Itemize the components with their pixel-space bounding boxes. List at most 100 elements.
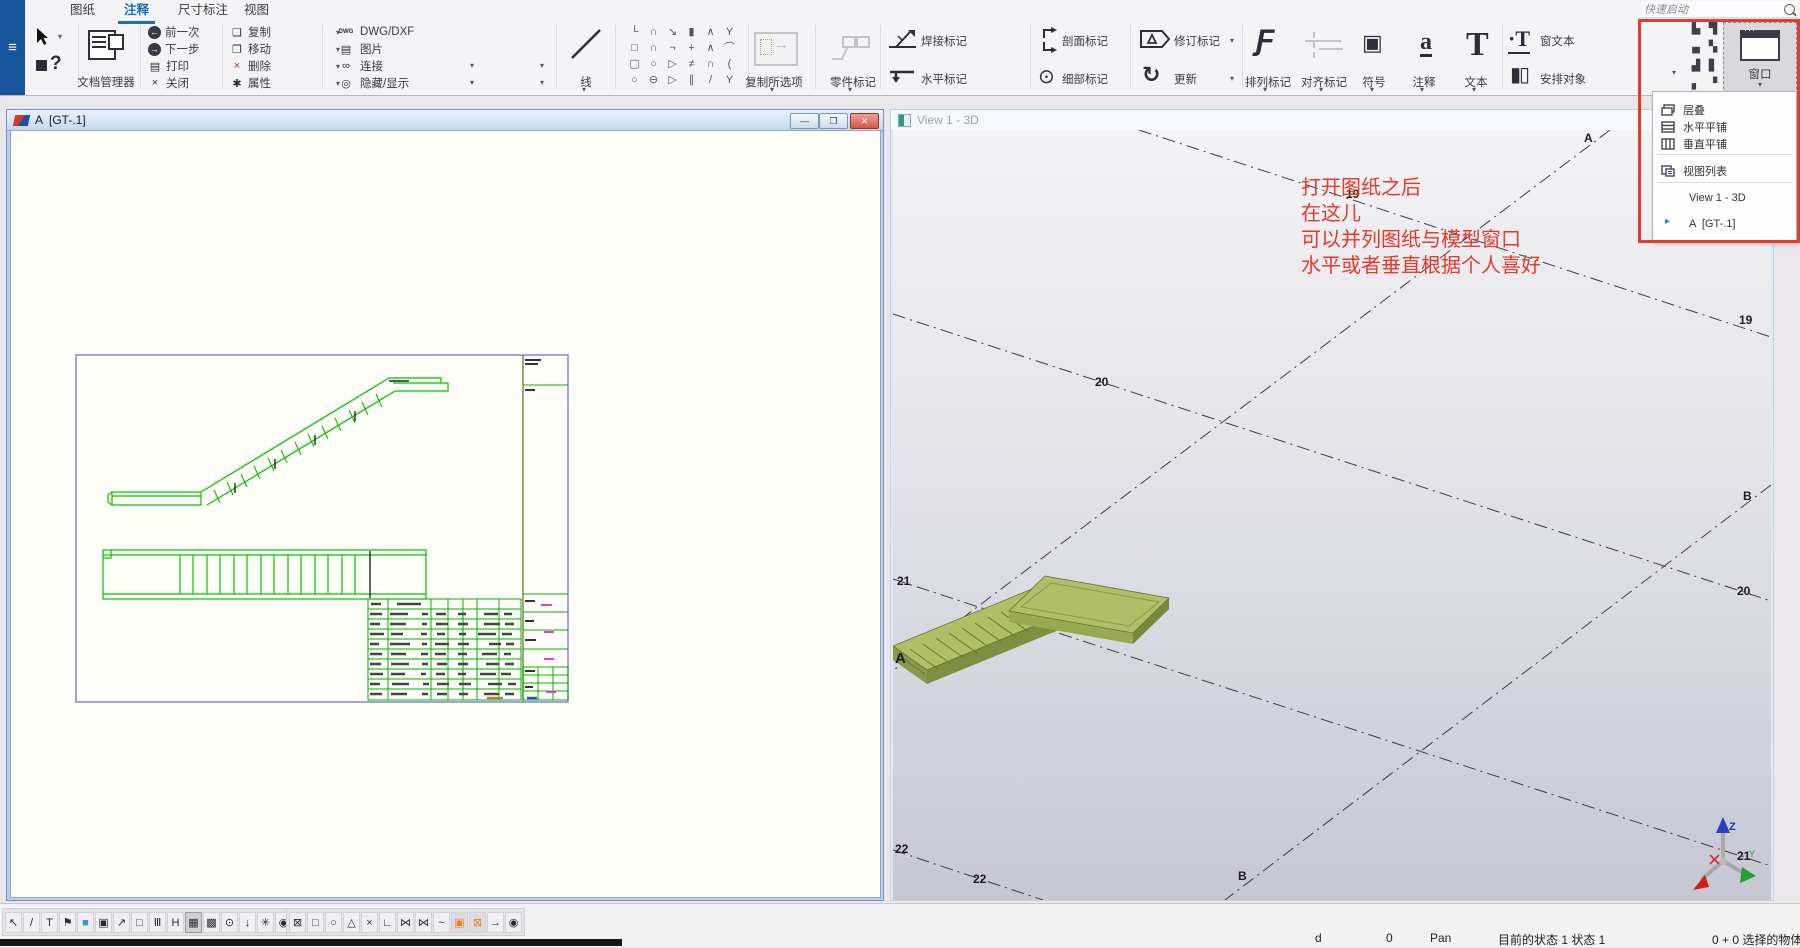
sketch-tool-icon[interactable]: ∩ bbox=[701, 56, 720, 72]
align-mark-icon[interactable] bbox=[1305, 32, 1345, 60]
sketch-tool-icon[interactable]: └ bbox=[625, 24, 644, 40]
next-button[interactable]: →下一步 bbox=[148, 41, 200, 57]
menu-item-drawing-a[interactable]: A [GT-.1] bbox=[1689, 216, 1735, 233]
detail-mark-label[interactable]: 细部标记 bbox=[1062, 71, 1108, 87]
sketch-tool-icon[interactable]: ○ bbox=[644, 56, 663, 72]
snap-visibility-button[interactable]: ◉ bbox=[505, 912, 522, 933]
sketch-tool-icon[interactable]: ▷ bbox=[663, 72, 682, 88]
symbol-tool-button[interactable]: ▣ bbox=[95, 912, 112, 933]
maximize-button[interactable]: ❒ bbox=[819, 113, 848, 129]
level-mark-icon[interactable] bbox=[888, 68, 916, 84]
window-arrange-icon[interactable]: ▙ bbox=[1689, 23, 1703, 36]
weld-mark-icon[interactable] bbox=[888, 28, 918, 52]
close-drawing-button[interactable]: ×关闭 bbox=[148, 75, 189, 91]
note-icon[interactable]: a bbox=[1420, 30, 1432, 57]
sketch-tool-icon[interactable]: / bbox=[701, 72, 720, 88]
sketch-tool-icon[interactable]: ≠ bbox=[682, 56, 701, 72]
dropdown-icon[interactable]: ▾ bbox=[770, 85, 774, 94]
sketch-tool-icon[interactable]: ▮ bbox=[682, 24, 701, 40]
arrange-objects-label[interactable]: 安排对象 bbox=[1540, 71, 1586, 87]
menu-item-view1-3d[interactable]: View 1 - 3D bbox=[1689, 190, 1746, 207]
snap-square-button[interactable]: □ bbox=[307, 912, 324, 933]
app-menu-button[interactable]: ≡ bbox=[0, 0, 25, 95]
sketch-tool-icon[interactable]: Y bbox=[720, 72, 739, 88]
dropdown-icon[interactable]: ▾ bbox=[470, 61, 474, 70]
menu-item-tile-horizontal[interactable]: 水平平铺 bbox=[1653, 118, 1796, 135]
model-canvas[interactable]: Z Y A 19 19 20 20 B 21 A 21 22 22 B 打开图纸… bbox=[893, 130, 1771, 900]
snap-curve-button[interactable]: ~ bbox=[433, 912, 450, 933]
link-button[interactable]: ▾∞连接 bbox=[336, 58, 383, 74]
pattern-tool-button[interactable]: ✳ bbox=[257, 912, 274, 933]
align-mark-label[interactable]: 对齐标记 bbox=[1296, 74, 1352, 90]
select-tool-button[interactable]: ↖ bbox=[5, 912, 22, 933]
dropdown-icon[interactable]: ▾ bbox=[1319, 85, 1323, 94]
dropdown-icon[interactable]: ▾ bbox=[336, 28, 340, 37]
print-button[interactable]: ▤打印 bbox=[148, 58, 189, 74]
sketch-tool-icon[interactable]: ∩ bbox=[644, 40, 663, 56]
mark-tool-button[interactable]: ⚑ bbox=[59, 912, 76, 933]
properties-button[interactable]: ✱属性 bbox=[230, 75, 271, 91]
drawing-canvas[interactable] bbox=[10, 130, 881, 898]
snap-triangle-button[interactable]: △ bbox=[343, 912, 360, 933]
move-button[interactable]: ❐移动 bbox=[230, 41, 271, 57]
snap-cross-button[interactable]: × bbox=[361, 912, 378, 933]
sketch-tool-icon[interactable]: Y bbox=[720, 24, 739, 40]
dropdown-icon[interactable]: ▾ bbox=[1230, 74, 1234, 83]
fill-tool-button[interactable]: ■ bbox=[77, 912, 94, 933]
dropdown-icon[interactable]: ▾ bbox=[1370, 85, 1374, 94]
revision-mark-label[interactable]: 修订标记 bbox=[1174, 33, 1220, 49]
previous-button[interactable]: ←前一次 bbox=[148, 24, 200, 40]
sketch-tool-icon[interactable]: ⌒ bbox=[720, 40, 739, 56]
menu-item-cascade[interactable]: 层叠 bbox=[1653, 101, 1796, 118]
document-manager-label[interactable]: 文档管理器 bbox=[74, 74, 138, 90]
zoom-tool-button[interactable]: ⊙ bbox=[221, 912, 238, 933]
dropdown-icon[interactable]: ▾ bbox=[582, 85, 586, 94]
arrange-mark-icon[interactable]: Ƒ bbox=[1256, 24, 1274, 58]
document-manager-icon[interactable] bbox=[86, 28, 128, 62]
delete-button[interactable]: ×删除 bbox=[230, 58, 271, 74]
tab-view[interactable]: 视图 bbox=[238, 0, 275, 21]
sketch-tool-icon[interactable]: ↘ bbox=[663, 24, 682, 40]
minimize-button[interactable]: — bbox=[790, 113, 819, 129]
weld-mark-label[interactable]: 焊接标记 bbox=[921, 33, 967, 49]
model-window-titlebar[interactable]: View 1 - 3D bbox=[891, 110, 1773, 131]
dropdown-icon[interactable]: ▾ bbox=[1230, 36, 1234, 45]
hide-show-button[interactable]: ▾◎隐藏/显示 bbox=[336, 75, 409, 91]
section-mark-icon[interactable] bbox=[1040, 26, 1060, 56]
dropdown-icon[interactable]: ▾ bbox=[336, 45, 340, 54]
sketch-tool-icon[interactable]: ▢ bbox=[625, 56, 644, 72]
arrange-objects-icon[interactable]: ▮▯ bbox=[1510, 62, 1528, 87]
sketch-tool-icon[interactable]: ¬ bbox=[663, 40, 682, 56]
snap-circle-button[interactable]: ○ bbox=[325, 912, 342, 933]
dropdown-icon[interactable]: ▾ bbox=[336, 79, 340, 88]
text-icon[interactable]: T bbox=[1466, 26, 1489, 64]
drawing-window-titlebar[interactable]: A [GT-.1] bbox=[7, 110, 883, 131]
window-text-label[interactable]: 窗文本 bbox=[1540, 33, 1575, 49]
update-icon[interactable]: ↻ bbox=[1142, 62, 1160, 88]
dropdown-icon[interactable]: ▾ bbox=[470, 78, 474, 87]
arrange-mark-label[interactable]: 排列标记 bbox=[1240, 74, 1296, 90]
dropdown-icon[interactable]: ▾ bbox=[1472, 85, 1476, 94]
close-button[interactable]: ✕ bbox=[850, 113, 879, 129]
window-arrange-icon[interactable]: ▄ bbox=[1689, 41, 1703, 54]
window-arrange-icon[interactable]: ▋ bbox=[1706, 60, 1720, 73]
dropdown-icon[interactable]: ▾ bbox=[1263, 85, 1267, 94]
picture-button[interactable]: ▾▤图片 bbox=[336, 41, 383, 57]
sketch-tool-icon[interactable]: ▷ bbox=[663, 56, 682, 72]
snap-intersection-button[interactable]: ⋈ bbox=[415, 912, 432, 933]
level-mark-label[interactable]: 水平标记 bbox=[921, 71, 967, 87]
part-mark-label[interactable]: 零件标记 bbox=[828, 74, 878, 90]
select-cursor-button[interactable] bbox=[36, 28, 52, 46]
copy-button[interactable]: ❏复制 bbox=[230, 24, 271, 40]
window-text-icon[interactable]: ·T bbox=[1508, 26, 1530, 54]
tab-dimension[interactable]: 尺寸标注 bbox=[172, 0, 234, 21]
window-arrange-icon[interactable]: ▜ bbox=[1706, 23, 1720, 36]
snap-midpoint-button[interactable]: ⋈ bbox=[397, 912, 414, 933]
window-menu-button[interactable]: 窗口 ▾ bbox=[1723, 22, 1797, 94]
sketch-tool-icon[interactable]: ∩ bbox=[644, 24, 663, 40]
dropdown-icon[interactable]: ▾ bbox=[540, 61, 544, 70]
help-button[interactable]: ? bbox=[50, 53, 62, 75]
dwg-dxf-button[interactable]: ▾DWGDWG/DXF bbox=[336, 24, 414, 40]
snap-extension-button[interactable]: → bbox=[487, 912, 504, 933]
window-arrange-icon[interactable]: ▝ bbox=[1706, 78, 1720, 91]
